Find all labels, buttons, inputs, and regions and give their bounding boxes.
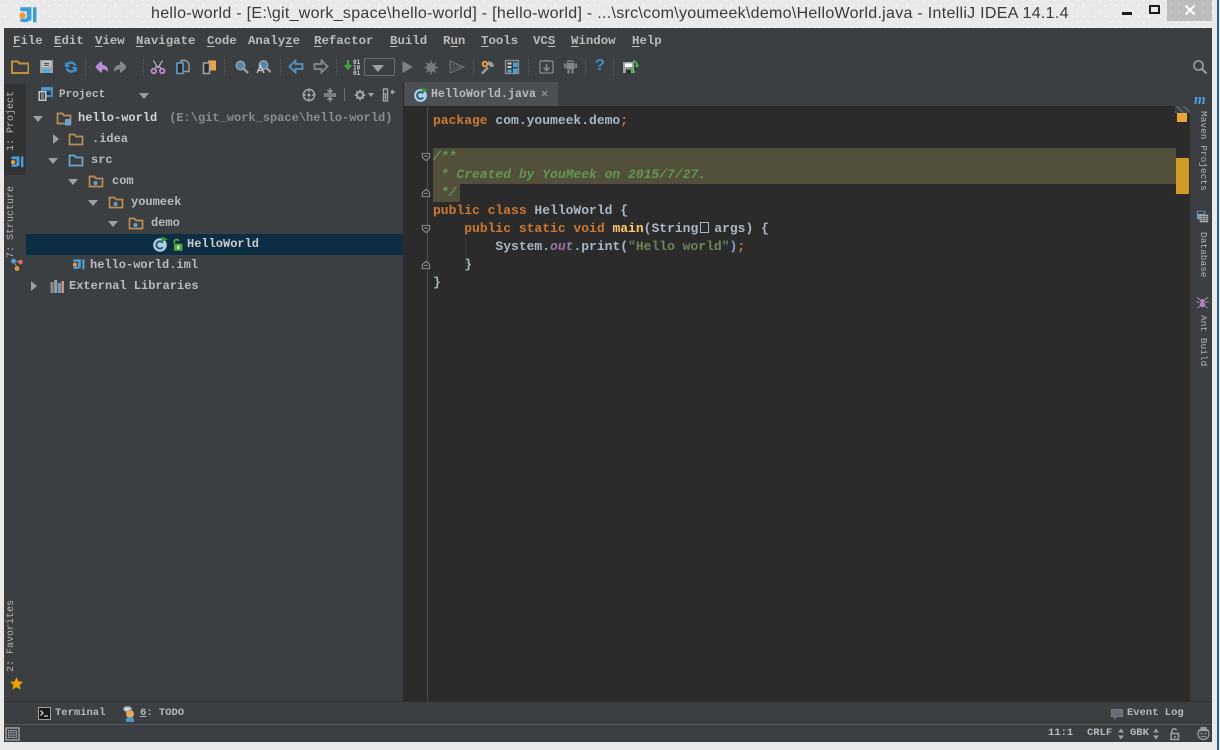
svg-text:01: 01 <box>353 70 361 76</box>
